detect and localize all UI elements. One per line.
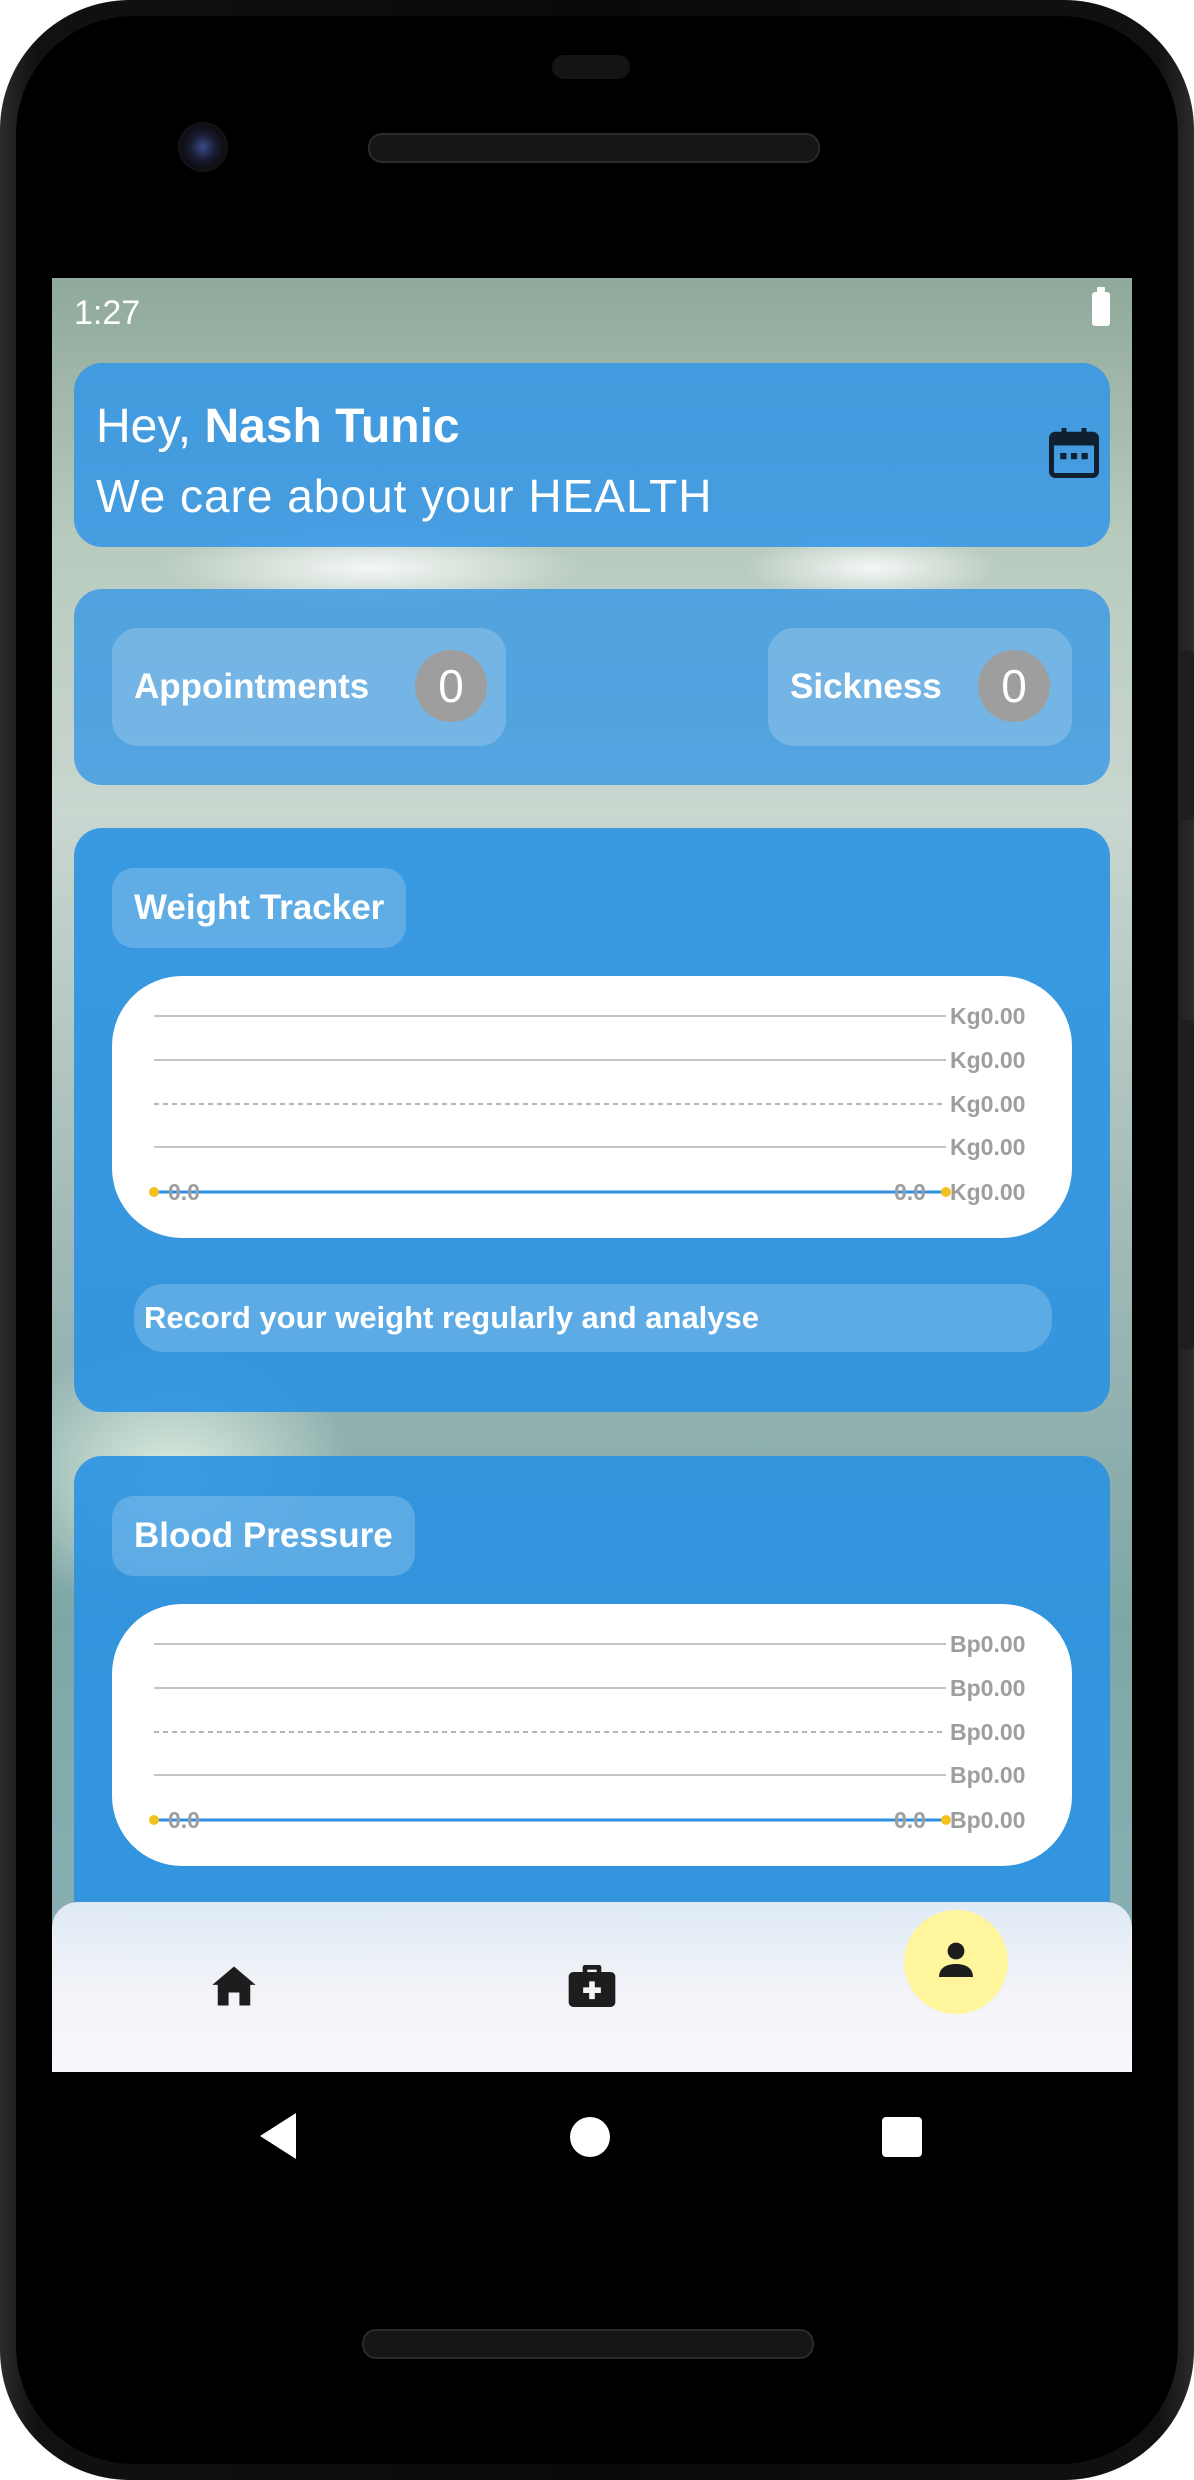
calendar-icon[interactable] xyxy=(1044,423,1104,483)
blood-pressure-chart: Bp0.00 Bp0.00 Bp0.00 Bp0.00 Bp0.00 0.0 0.0 xyxy=(112,1604,1072,1866)
sickness-button[interactable]: Sickness 0 xyxy=(768,628,1072,746)
phone-frame: 1:27 Hey, Nash Tunic We care about your … xyxy=(0,0,1194,2480)
person-icon xyxy=(939,1942,973,1977)
data-label: 0.0 xyxy=(894,1179,926,1205)
greeting-card: Hey, Nash Tunic We care about your HEALT… xyxy=(74,363,1110,547)
home-icon[interactable] xyxy=(208,1960,260,2012)
weight-chart: Kg0.00 Kg0.00 Kg0.00 Kg0.00 Kg0.00 0.0 0.0 xyxy=(112,976,1072,1238)
user-name: Nash Tunic xyxy=(204,400,460,453)
greeting-subtitle: We care about your HEALTH xyxy=(96,470,713,522)
profile-tab[interactable] xyxy=(904,1910,1008,2014)
counts-card: Appointments 0 Sickness 0 xyxy=(74,589,1110,785)
y-tick-label: Bp0.00 xyxy=(950,1675,1025,1701)
y-tick-label: Kg0.00 xyxy=(950,1047,1025,1073)
y-tick-label: Kg0.00 xyxy=(950,1134,1025,1160)
volume-button xyxy=(1180,1020,1194,1350)
battery-icon xyxy=(1092,287,1110,326)
data-point xyxy=(941,1187,951,1197)
system-back-button[interactable] xyxy=(258,2111,298,2161)
weight-note-text: Record your weight regularly and analyse xyxy=(144,1300,760,1335)
greeting-prefix: Hey, xyxy=(96,400,205,453)
sickness-label: Sickness xyxy=(790,667,942,706)
data-label: 0.0 xyxy=(168,1807,200,1833)
appointments-label: Appointments xyxy=(134,667,370,706)
appointments-count-badge: 0 xyxy=(415,650,487,722)
weight-tracker-card: Weight Tracker Kg0.00 Kg0.00 Kg0.00 Kg0.00 K… xyxy=(74,828,1110,1412)
weight-line-chart: Kg0.00 Kg0.00 Kg0.00 Kg0.00 Kg0.00 0.0 0.0 xyxy=(149,1003,1025,1205)
y-tick-label: Kg0.00 xyxy=(950,1003,1025,1029)
data-label: 0.0 xyxy=(894,1807,926,1833)
medical-kit-icon[interactable] xyxy=(564,1958,620,2014)
data-point xyxy=(149,1187,159,1197)
data-label: 0.0 xyxy=(168,1179,200,1205)
data-point xyxy=(941,1815,951,1825)
front-camera-icon xyxy=(178,122,228,172)
blood-pressure-title[interactable]: Blood Pressure xyxy=(112,1496,415,1576)
weight-note-button[interactable]: Record your weight regularly and analyse xyxy=(134,1284,1052,1352)
power-button xyxy=(1180,650,1194,820)
system-recents-button[interactable] xyxy=(882,2117,922,2157)
proximity-sensor xyxy=(552,55,630,79)
app-screen: 1:27 Hey, Nash Tunic We care about your … xyxy=(52,278,1132,2072)
status-time: 1:27 xyxy=(74,294,141,332)
data-point xyxy=(149,1815,159,1825)
sickness-count-badge: 0 xyxy=(978,650,1050,722)
y-tick-label: Bp0.00 xyxy=(950,1719,1025,1745)
bottom-navigation xyxy=(52,1902,1132,2072)
y-tick-label: Bp0.00 xyxy=(950,1762,1025,1788)
y-tick-label: Kg0.00 xyxy=(950,1179,1025,1205)
status-bar: 1:27 xyxy=(52,278,1132,358)
y-tick-label: Bp0.00 xyxy=(950,1631,1025,1657)
appointments-button[interactable]: Appointments 0 xyxy=(112,628,506,746)
earpiece-speaker xyxy=(368,133,820,163)
bottom-speaker xyxy=(362,2329,814,2359)
y-tick-label: Kg0.00 xyxy=(950,1091,1025,1117)
greeting-title: Hey, Nash Tunic xyxy=(96,399,460,454)
system-home-button[interactable] xyxy=(570,2117,610,2157)
weight-tracker-title[interactable]: Weight Tracker xyxy=(112,868,407,948)
blood-pressure-line-chart: Bp0.00 Bp0.00 Bp0.00 Bp0.00 Bp0.00 0.0 0.0 xyxy=(149,1631,1025,1833)
y-tick-label: Bp0.00 xyxy=(950,1807,1025,1833)
